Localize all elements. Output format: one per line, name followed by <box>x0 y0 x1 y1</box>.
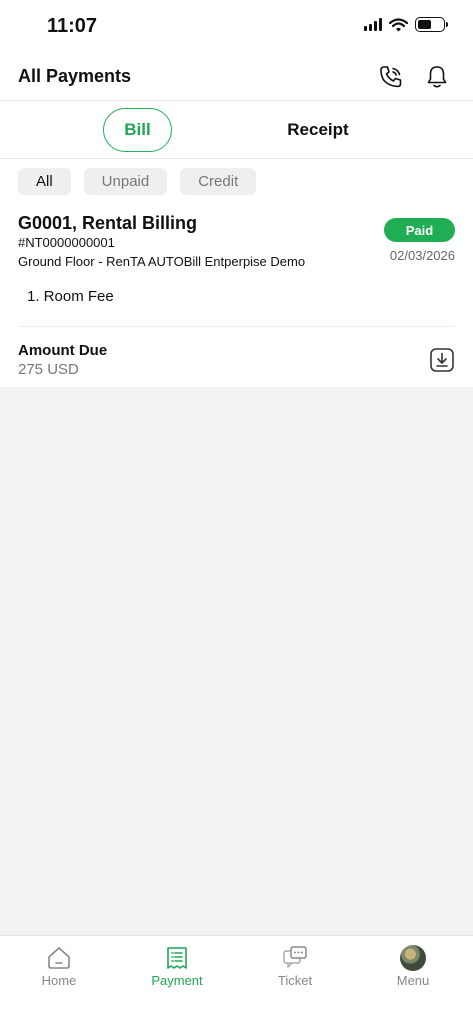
phone-icon[interactable] <box>376 62 406 92</box>
divider <box>18 326 455 327</box>
bill-item: 1. Room Fee <box>27 288 114 305</box>
signal-icon <box>364 18 382 31</box>
home-icon <box>45 944 73 972</box>
nav-home-label: Home <box>41 973 77 988</box>
top-panel: 11:07 All Payments Bill Receipt All Unpa… <box>0 0 473 387</box>
amount-due-value: 275 USD <box>18 361 79 378</box>
page-title: All Payments <box>18 66 132 86</box>
tab-bill[interactable]: Bill <box>103 108 172 152</box>
bill-receipt-tabs: Bill Receipt <box>0 101 473 159</box>
app-header: All Payments <box>0 54 473 101</box>
filter-chips: All Unpaid Credit <box>18 168 257 195</box>
status-time: 11:07 <box>47 15 98 37</box>
bill-title: G0001, Rental Billing <box>18 213 198 233</box>
filter-all[interactable]: All <box>18 168 71 195</box>
nav-menu-label: Menu <box>396 973 430 988</box>
nav-payment[interactable]: Payment <box>118 936 236 998</box>
status-icons <box>364 17 448 32</box>
filter-unpaid[interactable]: Unpaid <box>83 168 168 195</box>
bill-card[interactable]: G0001, Rental Billing #NT0000000001 Grou… <box>0 205 473 387</box>
avatar <box>399 944 427 972</box>
bill-location: Ground Floor - RenTA AUTOBill Entperpise… <box>18 254 306 269</box>
ticket-chat-icon <box>281 944 309 972</box>
status-bar: 11:07 <box>0 0 473 54</box>
nav-payment-label: Payment <box>151 973 203 988</box>
bill-date: 02/03/2026 <box>389 248 455 263</box>
tab-receipt[interactable]: Receipt <box>278 108 358 152</box>
download-icon[interactable] <box>430 348 454 372</box>
nav-menu[interactable]: Menu <box>354 936 472 998</box>
filter-credit[interactable]: Credit <box>180 168 257 195</box>
amount-due-label: Amount Due <box>18 342 108 359</box>
nav-ticket-label: Ticket <box>277 973 313 988</box>
nav-ticket[interactable]: Ticket <box>236 936 354 998</box>
bottom-nav: Home Payment Ticket Menu <box>0 935 473 1024</box>
battery-icon <box>415 17 448 32</box>
status-badge: Paid <box>384 218 455 242</box>
bell-icon[interactable] <box>422 62 452 92</box>
wifi-icon <box>389 17 408 31</box>
bill-number: #NT0000000001 <box>18 235 115 250</box>
receipt-icon <box>163 944 191 972</box>
nav-home[interactable]: Home <box>0 936 118 998</box>
